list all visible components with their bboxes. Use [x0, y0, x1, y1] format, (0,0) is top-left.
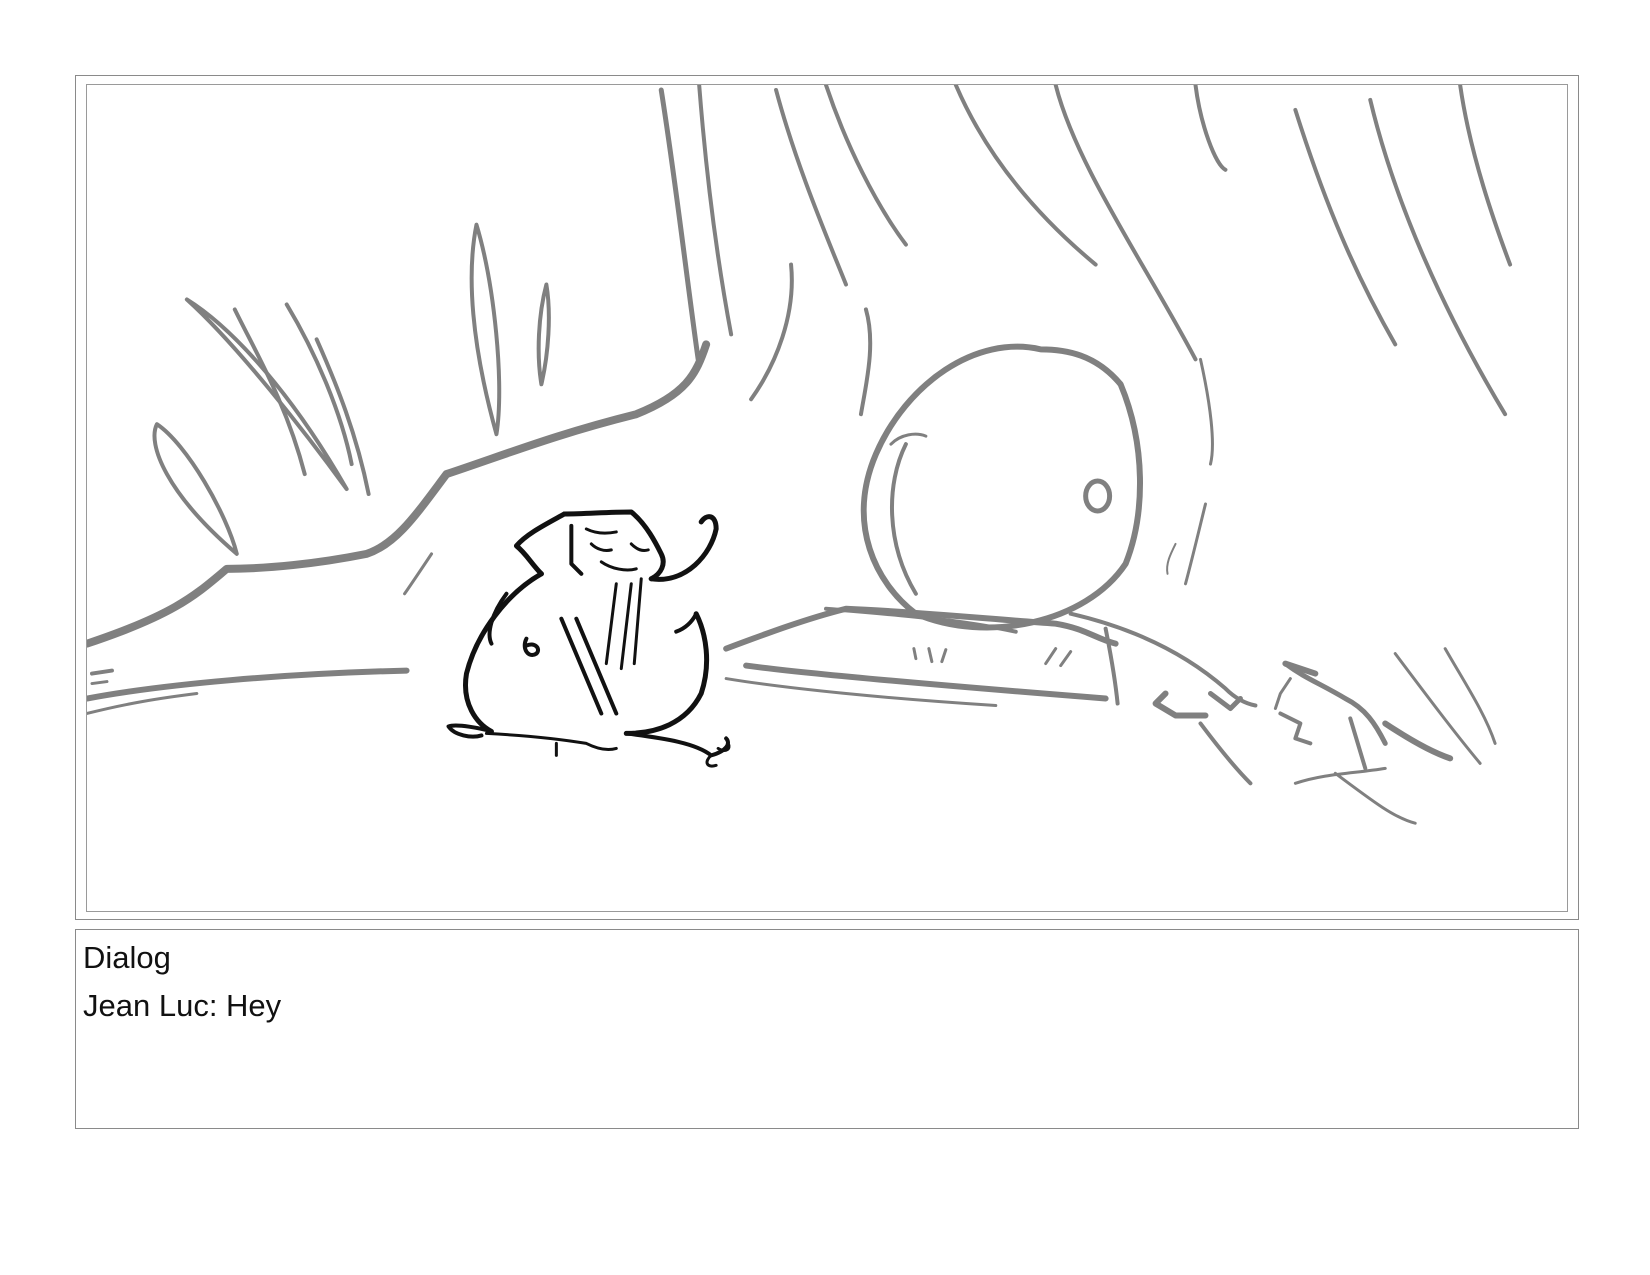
dialog-line: Jean Luc: Hey: [83, 988, 282, 1023]
caption-heading: Dialog: [83, 940, 171, 975]
storyboard-panel: [75, 75, 1579, 920]
panel-drawing-area: [86, 84, 1568, 912]
tree-sketch: [87, 85, 1513, 825]
storyboard-sketch: [87, 85, 1513, 825]
dialog-caption-box: Dialog Jean Luc: Hey: [75, 929, 1579, 1129]
character-sketch: [446, 509, 731, 768]
